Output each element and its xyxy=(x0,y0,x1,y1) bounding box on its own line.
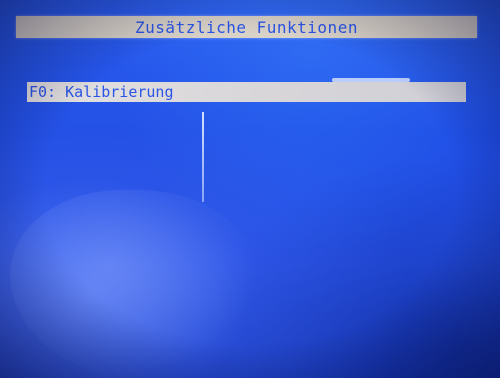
screen-glare xyxy=(10,190,260,378)
cursor-line xyxy=(202,112,204,202)
title-bar: Zusätzliche Funktionen xyxy=(16,16,477,38)
menu-item-label: F0: Kalibrierung xyxy=(29,83,174,101)
page-title: Zusätzliche Funktionen xyxy=(135,17,358,37)
screen-vignette xyxy=(0,0,500,378)
menu-item-calibration[interactable]: F0: Kalibrierung xyxy=(27,82,466,102)
display-screen: Zusätzliche Funktionen F0: Kalibrierung xyxy=(0,0,500,378)
